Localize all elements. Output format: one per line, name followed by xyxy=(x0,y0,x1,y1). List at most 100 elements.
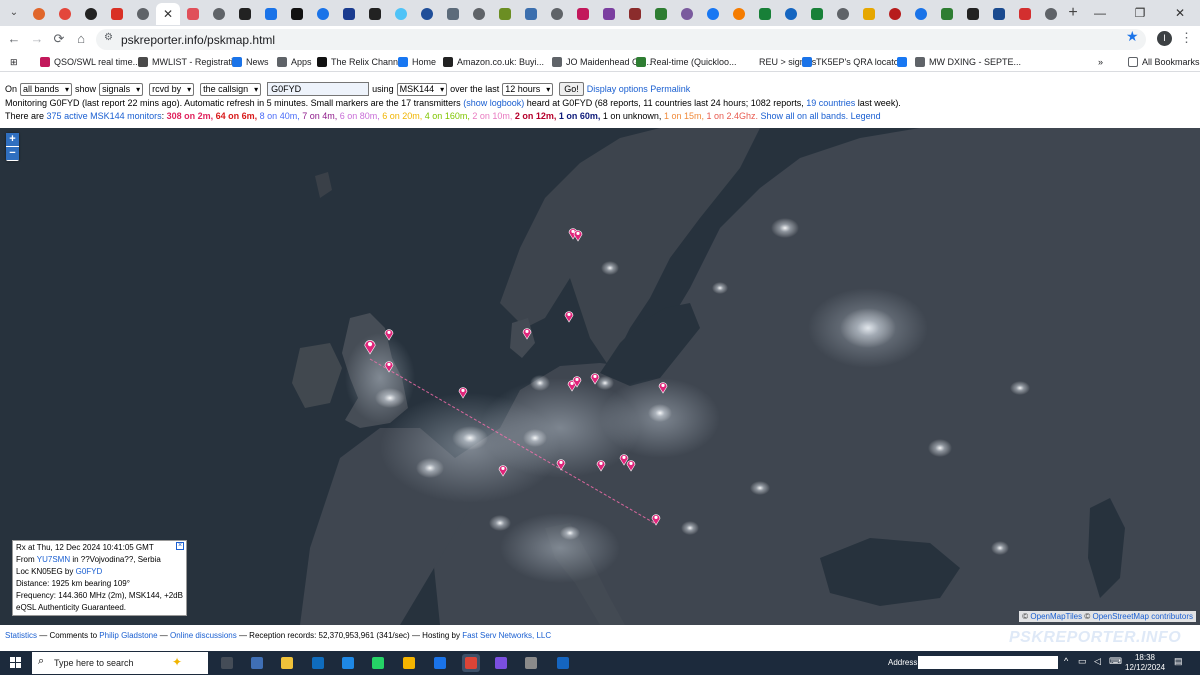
taskbar-app-icon[interactable] xyxy=(309,654,327,672)
browser-tab[interactable] xyxy=(986,3,1012,25)
windows-start-icon[interactable] xyxy=(10,657,21,668)
close-window-icon[interactable]: ✕ xyxy=(1160,0,1200,26)
browser-tab[interactable] xyxy=(440,3,466,25)
menu-icon[interactable]: ⋮ xyxy=(1180,30,1193,46)
apps-grid-icon[interactable]: ⊞ xyxy=(10,55,18,69)
browser-tab[interactable] xyxy=(284,3,310,25)
browser-tab[interactable] xyxy=(674,3,700,25)
browser-tab[interactable] xyxy=(78,3,104,25)
period-select[interactable]: 12 hours xyxy=(502,82,554,96)
browser-tab[interactable] xyxy=(544,3,570,25)
taskbar-app-icon[interactable] xyxy=(278,654,296,672)
browser-tab[interactable] xyxy=(388,3,414,25)
show-logbook-link[interactable]: (show logbook) xyxy=(463,98,524,108)
map-view[interactable]: + − × Rx at Thu, 12 Dec 2024 10:41:05 GM… xyxy=(0,128,1200,625)
browser-tab[interactable] xyxy=(232,3,258,25)
browser-tab[interactable] xyxy=(104,3,130,25)
bookmark-item[interactable]: Apps xyxy=(277,55,312,69)
band-count[interactable]: 2 on 10m, xyxy=(472,111,515,121)
more-bookmarks-icon[interactable]: » xyxy=(1098,55,1103,69)
bookmark-item[interactable]: MWLIST - Registrati... xyxy=(138,55,240,69)
band-count[interactable]: 2 on 12m, xyxy=(515,111,559,121)
direction-select[interactable]: rcvd by xyxy=(149,82,195,96)
popup-close-icon[interactable]: × xyxy=(176,542,184,550)
bookmark-item[interactable] xyxy=(897,55,911,69)
browser-tab[interactable] xyxy=(336,3,362,25)
taskbar-app-icon[interactable] xyxy=(431,654,449,672)
browser-tab[interactable] xyxy=(648,3,674,25)
notifications-icon[interactable]: ▤ xyxy=(1174,656,1183,667)
home-icon[interactable]: ⌂ xyxy=(72,30,90,48)
callsign-input[interactable] xyxy=(267,82,370,96)
popup-from-callsign-link[interactable]: YU7SMN xyxy=(37,555,70,564)
browser-tab[interactable] xyxy=(934,3,960,25)
address-toolbar-input[interactable] xyxy=(918,656,1058,669)
openstreetmap-link[interactable]: OpenStreetMap contributors xyxy=(1093,612,1194,621)
browser-tab[interactable] xyxy=(26,3,52,25)
browser-tab[interactable] xyxy=(206,3,232,25)
band-count[interactable]: 8 on 40m, xyxy=(260,111,303,121)
browser-tab[interactable] xyxy=(960,3,986,25)
close-tab-icon[interactable]: ✕ xyxy=(163,7,173,21)
band-count[interactable]: 6 on 80m, xyxy=(340,111,383,121)
browser-tab[interactable] xyxy=(492,3,518,25)
bookmark-item[interactable]: Real-time (Quickloo... xyxy=(636,55,737,69)
bookmark-item[interactable]: QSO/SWL real time... xyxy=(40,55,140,69)
browser-tab[interactable] xyxy=(804,3,830,25)
taskbar-app-icon[interactable] xyxy=(339,654,357,672)
taskbar-search[interactable]: ⌕ Type here to search ✦ xyxy=(32,652,208,674)
browser-tab[interactable] xyxy=(310,3,336,25)
browser-tab[interactable] xyxy=(908,3,934,25)
author-link[interactable]: Philip Gladstone xyxy=(99,631,157,640)
taskbar-app-icon[interactable] xyxy=(248,654,266,672)
permalink-link[interactable]: Permalink xyxy=(650,83,690,95)
band-count[interactable]: 64 on 6m, xyxy=(216,111,260,121)
tray-chevron-icon[interactable]: ^ xyxy=(1064,656,1068,666)
all-bookmarks[interactable]: All Bookmarks xyxy=(1128,55,1200,69)
bookmark-star-icon[interactable]: ★ xyxy=(1126,28,1139,45)
show-all-link[interactable]: Show all on all bands. xyxy=(761,111,849,121)
ime-icon[interactable]: ⌨ xyxy=(1109,656,1122,667)
browser-tab[interactable] xyxy=(778,3,804,25)
bookmark-item[interactable]: MW DXING - SEPTE... xyxy=(915,55,1021,69)
browser-tab[interactable] xyxy=(596,3,622,25)
discussions-link[interactable]: Online discussions xyxy=(170,631,237,640)
browser-tab[interactable] xyxy=(362,3,388,25)
band-count[interactable]: 1 on 2.4Ghz. xyxy=(706,111,760,121)
browser-tab[interactable] xyxy=(466,3,492,25)
band-select[interactable]: all bands xyxy=(20,82,73,96)
forward-icon[interactable]: → xyxy=(28,30,46,48)
zoom-in-button[interactable]: + xyxy=(6,133,19,146)
taskbar-app-icon[interactable] xyxy=(369,654,387,672)
address-bar[interactable]: ⚙ pskreporter.info/pskmap.html xyxy=(96,29,1146,50)
band-count[interactable]: 308 on 2m, xyxy=(167,111,216,121)
taskbar-app-icon[interactable] xyxy=(218,654,236,672)
browser-tab[interactable] xyxy=(856,3,882,25)
browser-tab[interactable] xyxy=(570,3,596,25)
browser-tab[interactable] xyxy=(882,3,908,25)
bookmark-item[interactable]: News xyxy=(232,55,269,69)
band-count[interactable]: 1 on 60m, xyxy=(559,111,603,121)
taskbar-app-icon[interactable] xyxy=(522,654,540,672)
maximize-icon[interactable]: ❐ xyxy=(1120,0,1160,26)
zoom-out-button[interactable]: − xyxy=(6,147,19,160)
host-link[interactable]: Fast Serv Networks, LLC xyxy=(462,631,551,640)
back-icon[interactable]: ← xyxy=(5,30,23,48)
bookmark-item[interactable]: The Relix Channel xyxy=(317,55,405,69)
tab-search-icon[interactable]: ⌄ xyxy=(6,5,22,21)
browser-tab[interactable] xyxy=(700,3,726,25)
bookmark-item[interactable]: Amazon.co.uk: Buyi... xyxy=(443,55,544,69)
popup-receiver-callsign-link[interactable]: G0FYD xyxy=(76,567,103,576)
show-select[interactable]: signals xyxy=(99,82,144,96)
statistics-link[interactable]: Statistics xyxy=(5,631,37,640)
browser-tab[interactable] xyxy=(622,3,648,25)
mode-select[interactable]: MSK144 xyxy=(396,82,448,96)
browser-tab[interactable] xyxy=(1038,3,1064,25)
reload-icon[interactable]: ⟳ xyxy=(50,30,68,48)
band-count[interactable]: 7 on 4m, xyxy=(302,111,340,121)
browser-tab[interactable] xyxy=(258,3,284,25)
callsign-mode-select[interactable]: the callsign xyxy=(200,82,262,96)
bookmark-item[interactable]: Home xyxy=(398,55,436,69)
browser-tab[interactable]: ✕ xyxy=(156,3,180,25)
band-count[interactable]: 4 on 160m, xyxy=(425,111,473,121)
